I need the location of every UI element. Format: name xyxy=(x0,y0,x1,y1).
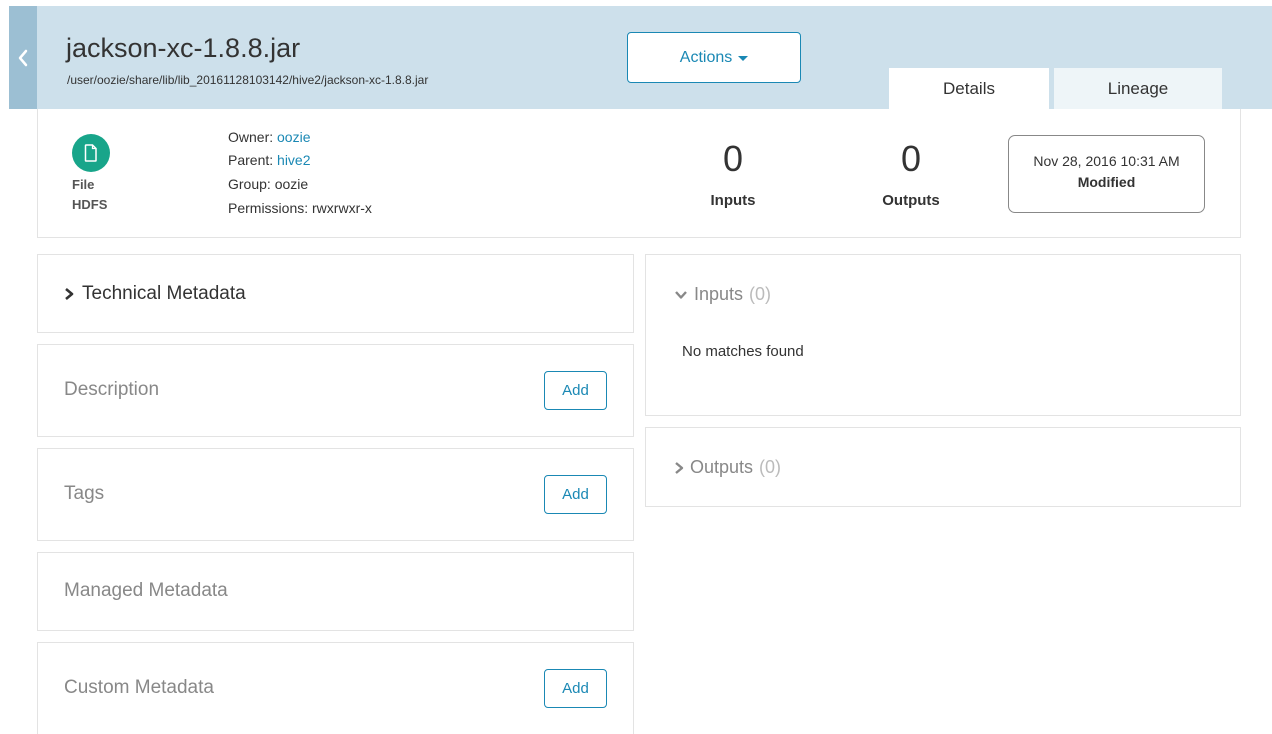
technical-metadata-card: Technical Metadata xyxy=(37,254,634,333)
add-tags-button[interactable]: Add xyxy=(544,475,607,514)
technical-metadata-title: Technical Metadata xyxy=(82,283,246,304)
custom-metadata-title: Custom Metadata xyxy=(64,677,214,698)
caret-down-icon xyxy=(738,56,749,61)
back-button[interactable] xyxy=(9,6,37,109)
outputs-count: 0 xyxy=(900,138,922,179)
inputs-stat-label: Inputs xyxy=(710,192,756,209)
modified-date: Nov 28, 2016 10:31 AM xyxy=(1033,153,1180,169)
inputs-panel-count: (0) xyxy=(749,284,772,304)
owner-label: Owner: xyxy=(228,129,274,145)
chevron-right-icon xyxy=(65,288,74,300)
outputs-panel-count: (0) xyxy=(759,457,782,477)
entity-source: HDFS xyxy=(72,197,108,212)
left-gutter xyxy=(0,0,9,734)
document-icon xyxy=(84,144,97,162)
managed-metadata-card: Managed Metadata xyxy=(37,552,634,631)
file-icon xyxy=(72,134,110,172)
add-custom-metadata-button[interactable]: Add xyxy=(544,669,607,708)
description-card: Description Add xyxy=(37,344,634,437)
modified-label: Modified xyxy=(1077,174,1136,190)
actions-label: Actions xyxy=(679,48,733,66)
outputs-panel-toggle[interactable]: Outputs (0) xyxy=(674,457,781,478)
tags-card: Tags Add xyxy=(37,448,634,541)
actions-button[interactable]: Actions xyxy=(627,32,801,83)
description-title: Description xyxy=(64,379,160,400)
tags-title: Tags xyxy=(64,483,105,504)
managed-metadata-title: Managed Metadata xyxy=(64,580,228,601)
entity-type: File xyxy=(72,177,95,192)
owner-line: Owner: oozie xyxy=(228,129,310,145)
tab-details[interactable]: Details xyxy=(889,68,1049,109)
custom-metadata-card: Custom Metadata Add xyxy=(37,642,634,734)
parent-label: Parent: xyxy=(228,152,274,168)
group-line: Group: oozie xyxy=(228,176,309,192)
tab-lineage[interactable]: Lineage xyxy=(1054,68,1222,109)
permissions-line: Permissions: rwxrwxr-x xyxy=(228,200,372,216)
add-description-button[interactable]: Add xyxy=(544,371,607,410)
parent-line: Parent: hive2 xyxy=(228,152,311,168)
inputs-count: 0 xyxy=(722,138,744,179)
inputs-panel: Inputs (0) No matches found xyxy=(645,254,1241,416)
parent-link[interactable]: hive2 xyxy=(277,152,310,168)
inputs-panel-title: Inputs xyxy=(694,284,744,304)
inputs-panel-toggle[interactable]: Inputs (0) xyxy=(674,284,771,305)
chevron-down-icon xyxy=(675,290,687,299)
outputs-panel-title: Outputs xyxy=(690,457,754,477)
modified-badge: Nov 28, 2016 10:31 AM Modified xyxy=(1008,135,1205,213)
chevron-left-icon xyxy=(18,49,28,66)
page-title: jackson-xc-1.8.8.jar xyxy=(66,33,301,63)
chevron-right-icon xyxy=(675,461,684,474)
file-path: /user/oozie/share/lib/lib_20161128103142… xyxy=(67,73,429,87)
outputs-stat-label: Outputs xyxy=(882,192,940,209)
technical-metadata-toggle[interactable]: Technical Metadata xyxy=(64,283,246,305)
inputs-empty-message: No matches found xyxy=(682,343,804,360)
owner-link[interactable]: oozie xyxy=(277,129,310,145)
outputs-panel: Outputs (0) xyxy=(645,427,1241,507)
